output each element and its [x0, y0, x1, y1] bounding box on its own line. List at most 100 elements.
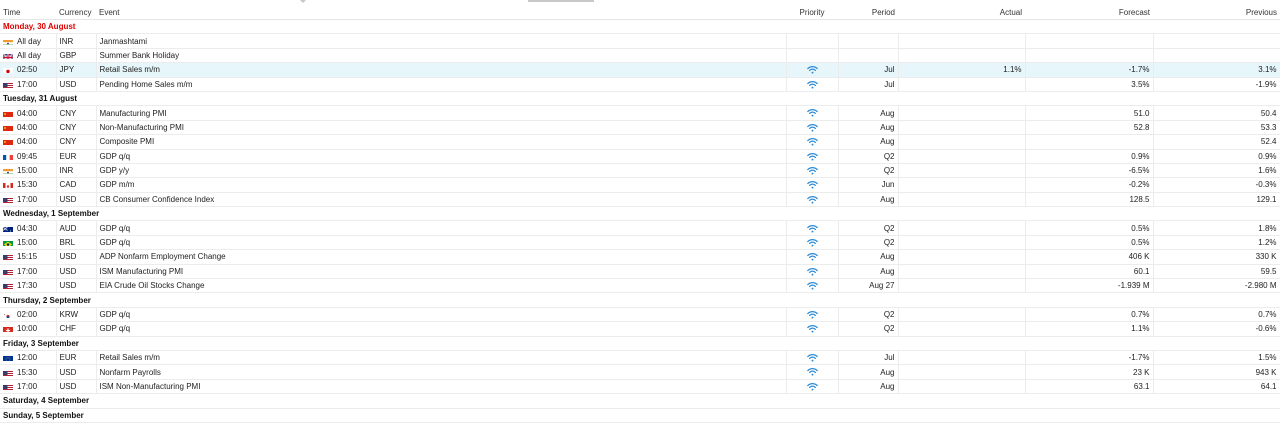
- previous-cell: 943 K: [1153, 365, 1280, 379]
- china-flag-icon: [3, 138, 13, 145]
- event-row[interactable]: 17:30USDEIA Crude Oil Stocks ChangeAug 2…: [0, 279, 1280, 293]
- period-cell: Jul: [838, 77, 898, 91]
- event-time: 04:00: [17, 137, 37, 146]
- priority-cell: [786, 221, 838, 235]
- usa-flag-icon: [3, 369, 13, 376]
- priority-signal-icon: [807, 382, 818, 391]
- time-cell: 15:00: [0, 235, 56, 249]
- resize-grip[interactable]: [528, 0, 594, 2]
- day-header-row: Sunday, 5 September: [0, 408, 1280, 422]
- col-previous-header[interactable]: Previous: [1153, 5, 1280, 20]
- day-header-row: Friday, 3 September: [0, 336, 1280, 350]
- actual-cell: [898, 77, 1025, 91]
- korea-flag-icon: [3, 311, 13, 318]
- time-cell: 04:00: [0, 106, 56, 120]
- event-row[interactable]: 15:30CADGDP m/mJun-0.2%-0.3%: [0, 178, 1280, 192]
- event-row[interactable]: 04:30AUDGDP q/qQ20.5%1.8%: [0, 221, 1280, 235]
- usa-flag-icon: [3, 196, 13, 203]
- period-cell: Q2: [838, 149, 898, 163]
- event-row[interactable]: 02:50JPYRetail Sales m/mJul1.1%-1.7%3.1%: [0, 63, 1280, 77]
- time-cell: 17:00: [0, 264, 56, 278]
- day-header-row: Saturday, 4 September: [0, 394, 1280, 408]
- col-event-header[interactable]: Event: [96, 5, 786, 20]
- currency-cell: CHF: [56, 322, 96, 336]
- event-row[interactable]: 17:00USDCB Consumer Confidence IndexAug1…: [0, 192, 1280, 206]
- period-cell: Aug: [838, 379, 898, 393]
- event-row[interactable]: 02:00KRWGDP q/qQ20.7%0.7%: [0, 307, 1280, 321]
- col-actual-header[interactable]: Actual: [898, 5, 1025, 20]
- event-row[interactable]: 04:00CNYComposite PMIAug52.4: [0, 135, 1280, 149]
- time-cell: 15:30: [0, 365, 56, 379]
- previous-cell: 3.1%: [1153, 63, 1280, 77]
- event-time: 17:00: [17, 382, 37, 391]
- time-cell: 09:45: [0, 149, 56, 163]
- event-row[interactable]: 15:00BRLGDP q/qQ20.5%1.2%: [0, 235, 1280, 249]
- currency-cell: EUR: [56, 350, 96, 364]
- event-row[interactable]: 09:45EURGDP q/qQ20.9%0.9%: [0, 149, 1280, 163]
- actual-cell: [898, 379, 1025, 393]
- event-time: 04:00: [17, 109, 37, 118]
- period-cell: Q2: [838, 163, 898, 177]
- day-label: Wednesday, 1 September: [0, 207, 1280, 221]
- period-cell: Aug: [838, 264, 898, 278]
- previous-cell: [1153, 34, 1280, 48]
- event-row[interactable]: 15:30USDNonfarm PayrollsAug23 K943 K: [0, 365, 1280, 379]
- event-row[interactable]: 15:00INRGDP y/yQ2-6.5%1.6%: [0, 163, 1280, 177]
- priority-signal-icon: [807, 267, 818, 276]
- actual-cell: [898, 322, 1025, 336]
- event-row[interactable]: 17:00USDPending Home Sales m/mJul3.5%-1.…: [0, 77, 1280, 91]
- priority-cell: [786, 77, 838, 91]
- event-row[interactable]: All dayGBPSummer Bank Holiday: [0, 48, 1280, 62]
- economic-calendar-table: Time Currency Event Priority Period Actu…: [0, 5, 1280, 423]
- event-row[interactable]: 04:00CNYNon-Manufacturing PMIAug52.853.3: [0, 120, 1280, 134]
- col-priority-header[interactable]: Priority: [786, 5, 838, 20]
- currency-cell: CNY: [56, 106, 96, 120]
- forecast-cell: -6.5%: [1025, 163, 1153, 177]
- actual-cell: [898, 106, 1025, 120]
- col-forecast-header[interactable]: Forecast: [1025, 5, 1153, 20]
- currency-cell: INR: [56, 163, 96, 177]
- event-time: 15:00: [17, 166, 37, 175]
- currency-cell: INR: [56, 34, 96, 48]
- event-name-cell: Composite PMI: [96, 135, 786, 149]
- forecast-cell: [1025, 34, 1153, 48]
- previous-cell: 0.7%: [1153, 307, 1280, 321]
- priority-cell: [786, 192, 838, 206]
- col-currency-header[interactable]: Currency: [56, 5, 96, 20]
- event-row[interactable]: 10:00CHFGDP q/qQ21.1%-0.6%: [0, 322, 1280, 336]
- event-row[interactable]: 17:00USDISM Non-Manufacturing PMIAug63.1…: [0, 379, 1280, 393]
- col-time-header[interactable]: Time: [0, 5, 56, 20]
- usa-flag-icon: [3, 383, 13, 390]
- usa-flag-icon: [3, 253, 13, 260]
- previous-cell: 129.1: [1153, 192, 1280, 206]
- eu-france-flag-icon: [3, 153, 13, 160]
- currency-cell: CNY: [56, 120, 96, 134]
- previous-cell: -1.9%: [1153, 77, 1280, 91]
- event-name-cell: GDP q/q: [96, 221, 786, 235]
- actual-cell: [898, 307, 1025, 321]
- priority-signal-icon: [807, 152, 818, 161]
- event-time: 02:00: [17, 310, 37, 319]
- event-row[interactable]: All dayINRJanmashtami: [0, 34, 1280, 48]
- event-name-cell: Janmashtami: [96, 34, 786, 48]
- actual-cell: [898, 48, 1025, 62]
- col-period-header[interactable]: Period: [838, 5, 898, 20]
- event-row[interactable]: 17:00USDISM Manufacturing PMIAug60.159.5: [0, 264, 1280, 278]
- event-row[interactable]: 15:15USDADP Nonfarm Employment ChangeAug…: [0, 250, 1280, 264]
- actual-cell: [898, 120, 1025, 134]
- event-row[interactable]: 04:00CNYManufacturing PMIAug51.050.4: [0, 106, 1280, 120]
- previous-cell: -2.980 M: [1153, 279, 1280, 293]
- currency-cell: USD: [56, 77, 96, 91]
- period-cell: Jul: [838, 63, 898, 77]
- forecast-cell: [1025, 48, 1153, 62]
- event-name-cell: GDP q/q: [96, 307, 786, 321]
- priority-signal-icon: [807, 166, 818, 175]
- priority-signal-icon: [807, 195, 818, 204]
- event-row[interactable]: 12:00EURRetail Sales m/mJul-1.7%1.5%: [0, 350, 1280, 364]
- forecast-cell: 406 K: [1025, 250, 1153, 264]
- event-name-cell: Non-Manufacturing PMI: [96, 120, 786, 134]
- event-name-cell: GDP m/m: [96, 178, 786, 192]
- actual-cell: [898, 34, 1025, 48]
- priority-cell: [786, 178, 838, 192]
- event-name-cell: Summer Bank Holiday: [96, 48, 786, 62]
